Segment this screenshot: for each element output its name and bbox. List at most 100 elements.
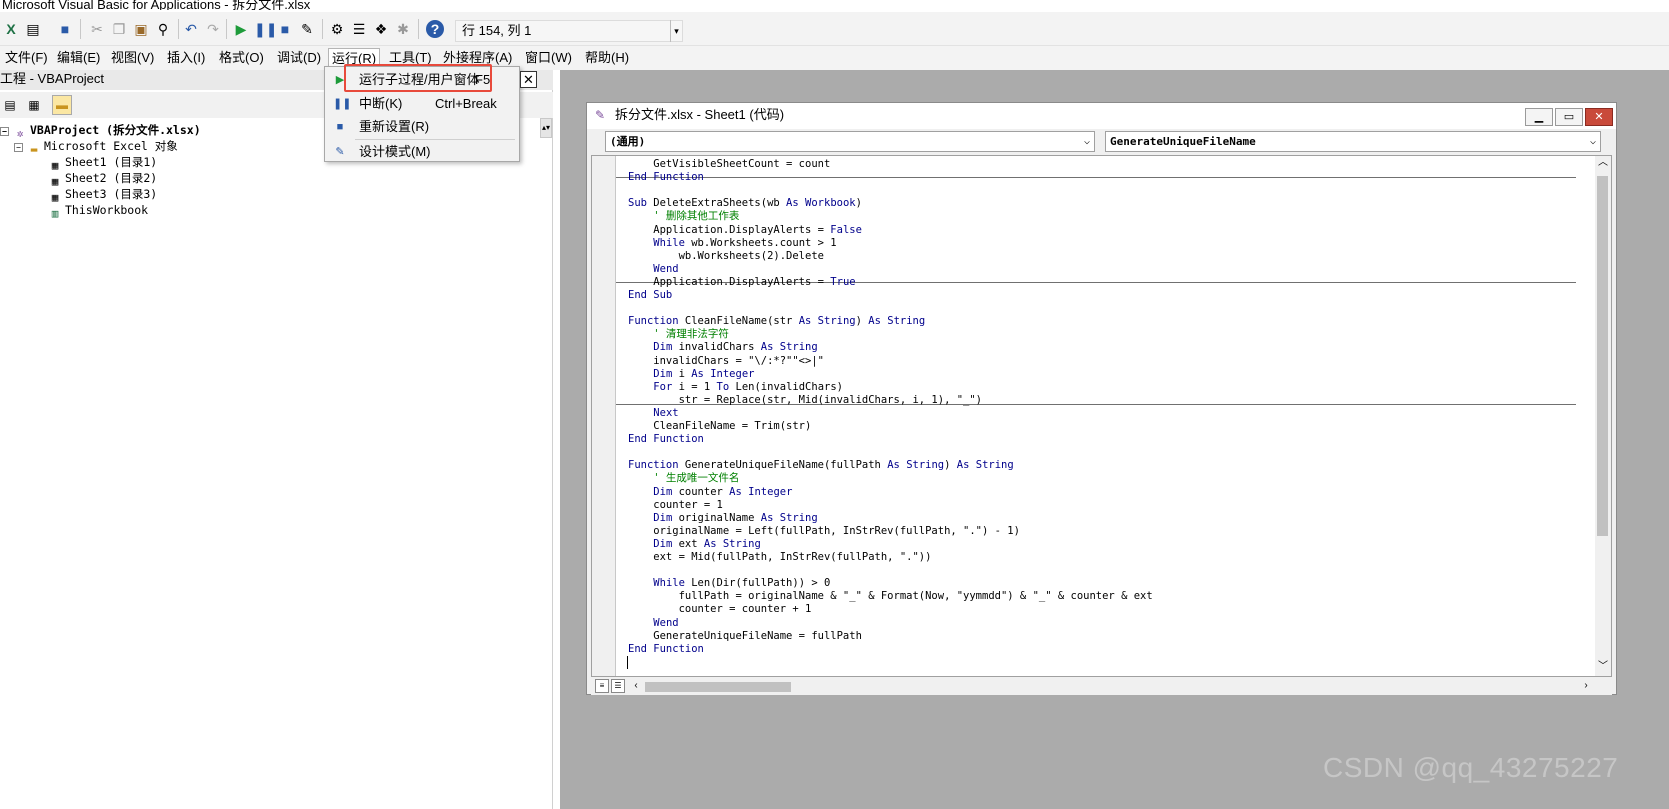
standard-toolbar: X ▤ ■ ✂ ❐ ▣ ⚲ ↶ ↷ ▶ ❚❚ ■ ✎ ⚙ ☰ ❖ ✱ ? 行 1… <box>0 12 1669 46</box>
scroll-left-icon[interactable]: ‹ <box>629 679 643 693</box>
scroll-down-icon[interactable]: ﹀ <box>1596 660 1610 674</box>
code-line[interactable]: Application.DisplayAlerts = False <box>628 224 862 236</box>
run-icon[interactable]: ▶ <box>232 20 250 38</box>
tree-item-excel-objects[interactable]: − ▬ Microsoft Excel 对象 <box>14 138 178 156</box>
excel-icon[interactable]: X <box>2 20 20 38</box>
code-line[interactable]: ext = Mid(fullPath, InStrRev(fullPath, "… <box>628 551 931 563</box>
code-line[interactable]: str = Replace(str, Mid(invalidChars, i, … <box>628 394 982 406</box>
help-icon[interactable]: ? <box>426 20 444 38</box>
code-line[interactable]: ' 删除其他工作表 <box>628 210 739 222</box>
save-icon[interactable]: ■ <box>56 20 74 38</box>
close-icon[interactable]: ✕ <box>520 71 537 88</box>
copy-icon[interactable]: ❐ <box>110 20 128 38</box>
menu-item-break[interactable]: ❚❚ 中断(K) Ctrl+Break <box>325 93 519 115</box>
code-line[interactable]: End Function <box>628 171 704 183</box>
code-line[interactable]: End Sub <box>628 289 672 301</box>
vertical-scroll-thumb[interactable] <box>1597 176 1608 536</box>
scroll-right-icon[interactable]: › <box>1579 679 1593 693</box>
code-line[interactable]: While wb.Worksheets.count > 1 <box>628 237 836 249</box>
code-window-title-bar[interactable]: ✎ 拆分文件.xlsx - Sheet1 (代码) ▁ ▭ ✕ <box>587 103 1616 129</box>
toolbox-icon[interactable]: ✱ <box>394 20 412 38</box>
code-line[interactable]: fullPath = originalName & "_" & Format(N… <box>628 590 1153 602</box>
code-line[interactable]: Dim counter As Integer <box>628 486 792 498</box>
object-combo[interactable]: (通用) ⌵ <box>605 131 1095 152</box>
close-button[interactable]: ✕ <box>1585 108 1613 126</box>
menu-window[interactable]: 窗口(W) <box>522 48 575 68</box>
code-line[interactable]: counter = counter + 1 <box>628 603 812 615</box>
code-line[interactable]: ' 清理非法字符 <box>628 328 729 340</box>
menu-edit[interactable]: 编辑(E) <box>54 48 103 68</box>
scroll-up-icon[interactable]: ︿ <box>1596 156 1610 170</box>
code-line[interactable]: Function CleanFileName(str As String) As… <box>628 315 925 327</box>
folder-icon: ▬ <box>30 143 38 156</box>
tree-item-sheet3[interactable]: ▦ Sheet3 (目录3) <box>48 186 158 204</box>
code-line[interactable]: GenerateUniqueFileName = fullPath <box>628 630 862 642</box>
view-object-icon[interactable]: ▦ <box>24 95 44 115</box>
menu-bar: 文件(F) 编辑(E) 视图(V) 插入(I) 格式(O) 调试(D) 运行(R… <box>0 46 1669 70</box>
paste-icon[interactable]: ▣ <box>132 20 150 38</box>
code-line[interactable]: ' 生成唯一文件名 <box>628 472 739 484</box>
code-line[interactable]: Function GenerateUniqueFileName(fullPath… <box>628 459 1014 471</box>
view-code-icon[interactable]: ▤ <box>0 95 20 115</box>
code-line[interactable]: Wend <box>628 617 678 629</box>
code-line[interactable]: counter = 1 <box>628 499 723 511</box>
redo-icon[interactable]: ↷ <box>204 20 222 38</box>
code-line[interactable]: End Function <box>628 433 704 445</box>
maximize-button[interactable]: ▭ <box>1555 108 1583 126</box>
menu-debug[interactable]: 调试(D) <box>274 48 324 68</box>
toolbar-grip-icon[interactable]: ▾ <box>670 20 682 42</box>
workbook-icon: ▥ <box>51 207 59 220</box>
properties-icon[interactable]: ☰ <box>350 20 368 38</box>
code-line[interactable]: Dim invalidChars As String <box>628 341 817 353</box>
code-line[interactable]: Dim originalName As String <box>628 512 817 524</box>
procedure-combo[interactable]: GenerateUniqueFileName ⌵ <box>1105 131 1601 152</box>
tree-item-sheet1[interactable]: ▦ Sheet1 (目录1) <box>48 154 158 172</box>
reset-icon[interactable]: ■ <box>276 20 294 38</box>
code-line[interactable]: Dim i As Integer <box>628 368 754 380</box>
menu-view[interactable]: 视图(V) <box>108 48 157 68</box>
design-mode-icon[interactable]: ✎ <box>298 20 316 38</box>
tree-item-vbaproject[interactable]: − ✲ VBAProject (拆分文件.xlsx) <box>0 122 201 140</box>
code-line[interactable]: End Function <box>628 643 704 655</box>
code-line[interactable]: CleanFileName = Trim(str) <box>628 420 811 432</box>
code-line[interactable]: wb.Worksheets(2).Delete <box>628 250 824 262</box>
collapse-icon[interactable]: − <box>14 143 23 152</box>
object-browser-icon[interactable]: ❖ <box>372 20 390 38</box>
vertical-scrollbar[interactable]: ︿ ﹀ <box>1595 156 1611 676</box>
code-line[interactable]: Next <box>628 407 678 419</box>
collapse-icon[interactable]: − <box>0 127 9 136</box>
menu-help[interactable]: 帮助(H) <box>582 48 632 68</box>
insert-object-icon[interactable]: ▤ <box>24 20 42 38</box>
horizontal-scroll-thumb[interactable] <box>645 682 791 692</box>
undo-icon[interactable]: ↶ <box>182 20 200 38</box>
break-icon[interactable]: ❚❚ <box>254 20 277 38</box>
procedure-view-icon[interactable]: ≡ <box>595 679 609 693</box>
menu-format[interactable]: 格式(O) <box>216 48 267 68</box>
find-icon[interactable]: ⚲ <box>154 20 172 38</box>
menu-insert[interactable]: 插入(I) <box>164 48 208 68</box>
menu-file[interactable]: 文件(F) <box>2 48 51 68</box>
cut-icon[interactable]: ✂ <box>88 20 106 38</box>
toggle-folders-icon[interactable]: ▬ <box>52 95 72 115</box>
code-line[interactable]: For i = 1 To Len(invalidChars) <box>628 381 843 393</box>
minimize-button[interactable]: ▁ <box>1525 108 1553 126</box>
code-line[interactable]: While Len(Dir(fullPath)) > 0 <box>628 577 830 589</box>
code-line[interactable]: GetVisibleSheetCount = count <box>628 158 830 170</box>
code-line[interactable]: Sub DeleteExtraSheets(wb As Workbook) <box>628 197 862 209</box>
menu-item-reset[interactable]: ■ 重新设置(R) <box>325 116 519 138</box>
horizontal-scrollbar[interactable]: ≡ ☰ ‹ › <box>591 678 1612 695</box>
tree-item-sheet2[interactable]: ▦ Sheet2 (目录2) <box>48 170 158 188</box>
margin-indicator-bar[interactable] <box>592 156 616 676</box>
code-line[interactable]: Application.DisplayAlerts = True <box>628 276 855 288</box>
code-line[interactable]: Wend <box>628 263 678 275</box>
menu-item-design-mode[interactable]: ✎ 设计模式(M) <box>325 141 519 163</box>
toolbar-separator <box>418 19 419 39</box>
project-explorer-icon[interactable]: ⚙ <box>328 20 346 38</box>
full-module-view-icon[interactable]: ☰ <box>611 679 625 693</box>
code-line[interactable]: originalName = Left(fullPath, InStrRev(f… <box>628 525 1020 537</box>
tree-item-thisworkbook[interactable]: ▥ ThisWorkbook <box>48 202 148 220</box>
code-line[interactable]: Dim ext As String <box>628 538 761 550</box>
project-scroll-icon[interactable]: ▴▾ <box>540 118 552 138</box>
code-line[interactable]: invalidChars = "\/:*?""<>|" <box>628 355 824 367</box>
code-editor[interactable]: GetVisibleSheetCount = count End Function… <box>591 155 1612 677</box>
